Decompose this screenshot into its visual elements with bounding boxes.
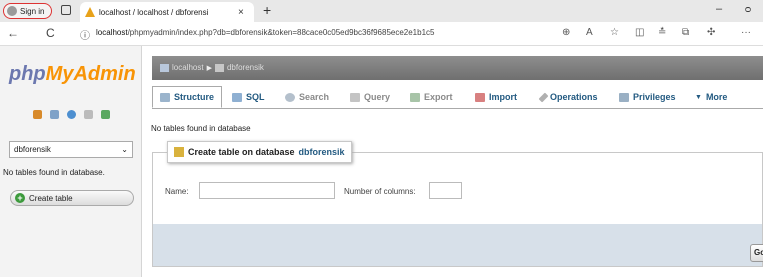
- site-info-icon[interactable]: ⓘ: [80, 27, 90, 42]
- phpmyadmin-favicon-icon: [85, 7, 95, 17]
- database-select[interactable]: dbforensik ⌄: [9, 141, 133, 158]
- structure-icon: [160, 92, 170, 102]
- chevron-down-icon: ▼: [695, 93, 702, 101]
- column-count-label: Number of columns:: [344, 187, 416, 196]
- column-count-input[interactable]: [429, 182, 462, 199]
- query-icon: [350, 92, 360, 102]
- new-tab-button[interactable]: +: [263, 2, 271, 18]
- zoom-icon[interactable]: ⊕: [562, 27, 570, 38]
- operations-icon: [538, 92, 549, 102]
- split-screen-icon[interactable]: ◫: [635, 27, 644, 38]
- new-table-icon: [174, 147, 184, 157]
- database-icon: [214, 63, 224, 72]
- chevron-down-icon: ⌄: [121, 145, 128, 154]
- tab-query[interactable]: Query: [343, 86, 397, 108]
- extensions-icon[interactable]: ✣: [707, 27, 715, 38]
- create-table-db-name: dbforensik: [298, 147, 345, 157]
- no-tables-message: No tables found in database: [151, 124, 251, 133]
- database-select-value: dbforensik: [14, 145, 51, 154]
- main-tabs: Structure SQL Search Query Export Import…: [152, 84, 763, 109]
- table-name-label: Name:: [165, 187, 189, 196]
- navigation-panel: phpMyAdmin dbforensik ⌄ No tables found …: [0, 46, 142, 277]
- create-table-label: Create table: [29, 193, 73, 203]
- tab-operations[interactable]: Operations: [534, 86, 605, 108]
- sign-in-button[interactable]: Sign in: [3, 3, 52, 19]
- browser-menu-icon[interactable]: ···: [741, 27, 751, 38]
- read-aloud-icon[interactable]: A: [586, 27, 593, 38]
- url-path: /phpmyadmin/index.php?db=dbforensik&toke…: [127, 28, 435, 37]
- go-button[interactable]: Go: [750, 244, 763, 262]
- minimize-button[interactable]: –: [716, 3, 722, 15]
- server-icon: [160, 63, 169, 72]
- tab-actions-icon[interactable]: [61, 5, 71, 15]
- tab-import[interactable]: Import: [468, 86, 524, 108]
- back-button[interactable]: ←: [7, 26, 19, 40]
- create-table-legend: Create table on database dbforensik: [167, 141, 352, 163]
- privileges-icon: [619, 92, 629, 102]
- collections-icon[interactable]: ⧉: [682, 27, 689, 38]
- home-icon[interactable]: [33, 110, 42, 119]
- form-footer: Go: [153, 224, 763, 266]
- export-icon: [410, 92, 420, 102]
- breadcrumb-database[interactable]: dbforensik: [227, 63, 264, 72]
- reload-nav-icon[interactable]: [101, 110, 110, 119]
- table-name-input[interactable]: [199, 182, 335, 199]
- tab-structure[interactable]: Structure: [152, 86, 223, 108]
- favorites-icon[interactable]: ≛: [658, 27, 666, 38]
- tab-privileges[interactable]: Privileges: [612, 86, 683, 108]
- favorite-star-icon[interactable]: ☆: [610, 27, 619, 38]
- phpmyadmin-logo[interactable]: phpMyAdmin: [9, 63, 136, 86]
- tab-sql[interactable]: SQL: [225, 86, 272, 108]
- tab-export[interactable]: Export: [403, 86, 460, 108]
- tab-close-icon[interactable]: ×: [238, 7, 244, 18]
- breadcrumb-separator-icon: ▶: [206, 64, 212, 72]
- url-field[interactable]: localhost/phpmyadmin/index.php?db=dbfore…: [96, 28, 434, 37]
- nav-quick-icons: [33, 110, 110, 119]
- browser-tab[interactable]: localhost / localhost / dbforensi ×: [80, 2, 254, 22]
- create-table-button[interactable]: + Create table: [10, 190, 134, 206]
- sidebar-no-tables-text: No tables found in database.: [3, 168, 105, 177]
- browser-tab-bar: Sign in localhost / localhost / dbforens…: [0, 0, 763, 22]
- tab-search[interactable]: Search: [278, 86, 336, 108]
- tab-title: localhost / localhost / dbforensi: [99, 7, 209, 17]
- plus-icon: +: [15, 193, 25, 203]
- url-host: localhost: [96, 28, 128, 37]
- create-table-form: Create table on database dbforensik Name…: [152, 141, 763, 267]
- search-icon: [285, 92, 295, 102]
- reload-button[interactable]: C: [46, 26, 55, 40]
- profile-icon: [7, 6, 17, 16]
- restore-button[interactable]: ᴑ: [745, 4, 751, 15]
- docs-icon[interactable]: [67, 110, 76, 119]
- sql-icon: [232, 92, 242, 102]
- logout-icon[interactable]: [50, 110, 59, 119]
- sign-in-label: Sign in: [20, 6, 45, 16]
- breadcrumb-server[interactable]: localhost: [172, 63, 204, 72]
- settings-icon[interactable]: [84, 110, 93, 119]
- breadcrumb: localhost ▶ dbforensik: [152, 56, 763, 80]
- address-bar: ← C ⓘ localhost/phpmyadmin/index.php?db=…: [0, 22, 763, 46]
- create-table-legend-text: Create table on database: [188, 147, 295, 157]
- tab-more[interactable]: ▼ More: [688, 86, 734, 108]
- import-icon: [475, 92, 485, 102]
